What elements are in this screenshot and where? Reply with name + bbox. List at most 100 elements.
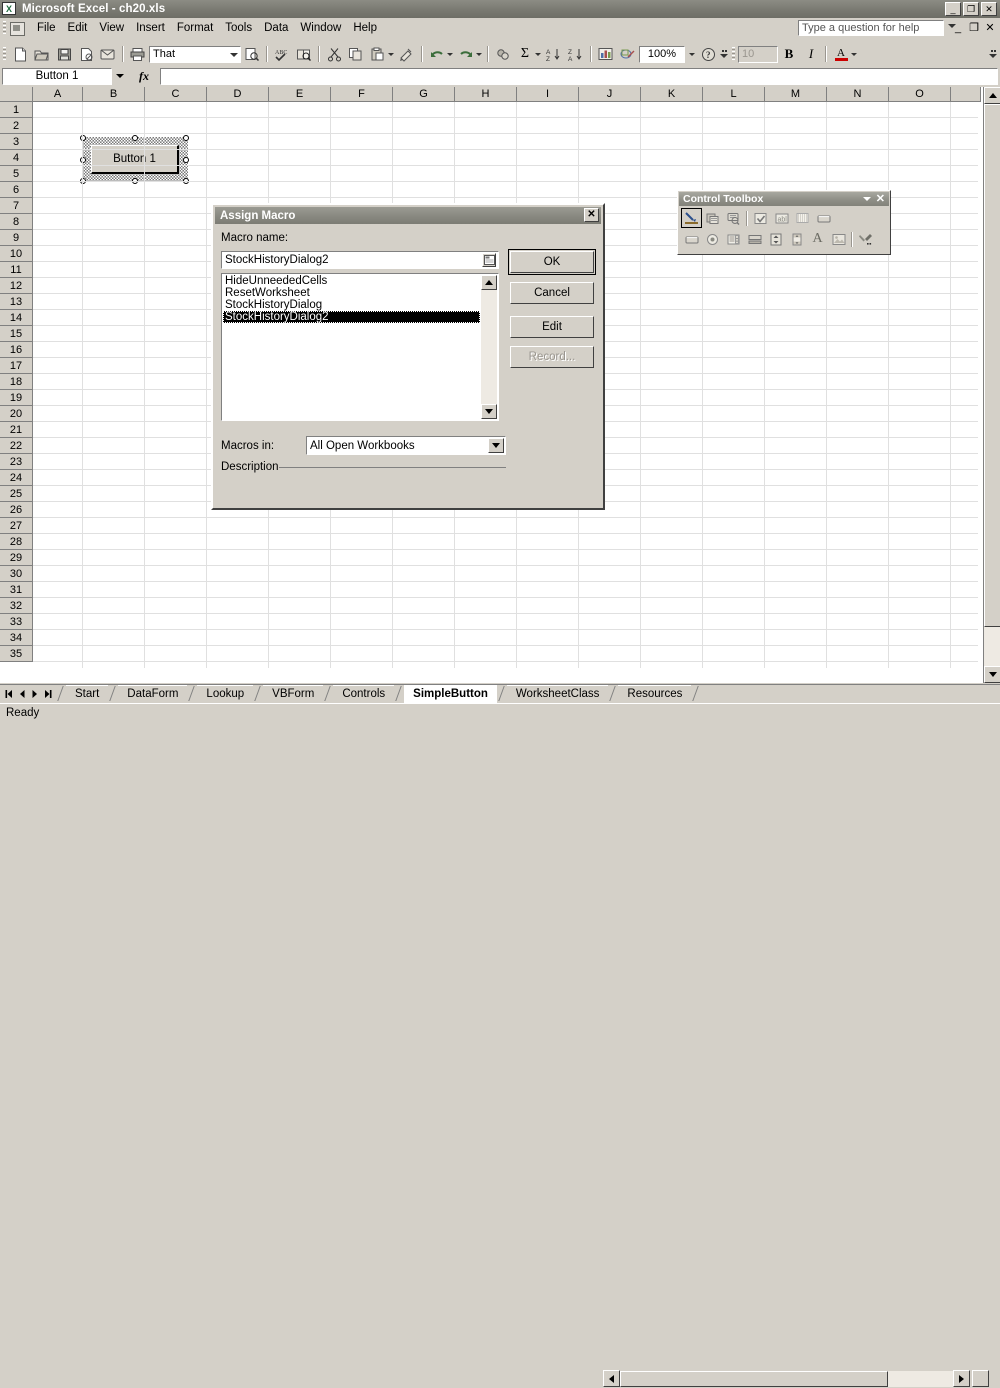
research-icon[interactable] xyxy=(293,44,315,65)
vertical-scroll-track[interactable] xyxy=(984,104,1000,666)
column-header-O[interactable]: O xyxy=(889,87,951,102)
row-header-32[interactable]: 32 xyxy=(0,598,33,614)
last-sheet-button[interactable] xyxy=(41,687,54,702)
row-header-1[interactable]: 1 xyxy=(0,102,33,118)
sheet-tab-controls[interactable]: Controls xyxy=(333,684,395,703)
dialog-title-bar[interactable]: Assign Macro ✕ xyxy=(215,207,601,224)
row-header-35[interactable]: 35 xyxy=(0,646,33,662)
row-header-16[interactable]: 16 xyxy=(0,342,33,358)
zoom-combo[interactable]: 100% xyxy=(639,45,685,63)
menu-file[interactable]: File xyxy=(31,20,62,36)
macro-list-item[interactable]: HideUnneededCells xyxy=(223,275,480,287)
drawing-icon[interactable] xyxy=(617,44,639,65)
row-header-30[interactable]: 30 xyxy=(0,566,33,582)
scroll-bar-icon[interactable] xyxy=(786,229,807,249)
font-size-combo[interactable]: 10 xyxy=(738,45,778,63)
horizontal-scroll-thumb[interactable] xyxy=(620,1370,888,1387)
column-header-H[interactable]: H xyxy=(455,87,517,102)
control-toolbox-close-button[interactable]: ✕ xyxy=(876,192,885,206)
previous-sheet-button[interactable] xyxy=(15,687,28,702)
row-header-11[interactable]: 11 xyxy=(0,262,33,278)
row-header-18[interactable]: 18 xyxy=(0,374,33,390)
design-mode-icon[interactable] xyxy=(681,208,702,228)
resize-handle-nw[interactable] xyxy=(80,135,86,141)
row-header-6[interactable]: 6 xyxy=(0,182,33,198)
italic-button[interactable]: I xyxy=(800,44,822,65)
sheet-tab-simplebutton[interactable]: SimpleButton xyxy=(404,684,497,703)
column-header-E[interactable]: E xyxy=(269,87,331,102)
chart-wizard-icon[interactable] xyxy=(595,44,617,65)
option-button-icon[interactable] xyxy=(702,229,723,249)
minimize-button[interactable]: _ xyxy=(945,2,961,16)
control-toolbox-title-bar[interactable]: Control Toolbox ✕ xyxy=(679,192,889,206)
sort-ascending-icon[interactable]: AZ xyxy=(543,44,565,65)
row-header-29[interactable]: 29 xyxy=(0,550,33,566)
email-icon[interactable] xyxy=(97,44,119,65)
column-header-C[interactable]: C xyxy=(145,87,207,102)
ok-button[interactable]: OK xyxy=(508,249,596,275)
document-close-button[interactable]: ✕ xyxy=(984,21,996,34)
resize-handle-w[interactable] xyxy=(80,157,86,163)
text-box-icon[interactable]: abl xyxy=(771,208,792,228)
column-header-A[interactable]: A xyxy=(33,87,83,102)
check-box-icon[interactable] xyxy=(750,208,771,228)
form-button-selection[interactable]: Button 1 xyxy=(80,135,189,184)
vertical-scroll-thumb[interactable] xyxy=(984,104,1000,627)
row-header-31[interactable]: 31 xyxy=(0,582,33,598)
column-header-B[interactable]: B xyxy=(83,87,145,102)
row-header-9[interactable]: 9 xyxy=(0,230,33,246)
menu-data[interactable]: Data xyxy=(258,20,294,36)
sheet-tab-resources[interactable]: Resources xyxy=(618,684,692,703)
more-controls-icon[interactable] xyxy=(855,229,876,249)
font-color-button[interactable]: A xyxy=(830,44,852,65)
bold-button[interactable]: B xyxy=(778,44,800,65)
name-box[interactable]: Button 1 xyxy=(2,67,112,85)
horizontal-scroll-track[interactable] xyxy=(620,1370,953,1387)
properties-icon[interactable] xyxy=(702,208,723,228)
select-all-button[interactable] xyxy=(0,87,33,102)
paste-icon[interactable] xyxy=(367,44,389,65)
formatting-toolbar-options-icon[interactable] xyxy=(988,44,998,64)
column-header-G[interactable]: G xyxy=(393,87,455,102)
redo-icon[interactable] xyxy=(455,44,477,65)
column-header-I[interactable]: I xyxy=(517,87,579,102)
row-header-7[interactable]: 7 xyxy=(0,198,33,214)
row-header-26[interactable]: 26 xyxy=(0,502,33,518)
macro-list-scroll-up-button[interactable] xyxy=(481,275,497,290)
row-header-23[interactable]: 23 xyxy=(0,454,33,470)
font-name-combo[interactable]: That xyxy=(149,45,241,63)
resize-grip[interactable] xyxy=(972,1370,989,1387)
menu-window[interactable]: Window xyxy=(294,20,347,36)
font-name-dropdown-icon[interactable] xyxy=(230,52,238,57)
insert-function-icon[interactable]: fx xyxy=(128,68,160,85)
open-icon[interactable] xyxy=(31,44,53,65)
ask-a-question-input[interactable]: Type a question for help xyxy=(798,20,944,36)
row-header-12[interactable]: 12 xyxy=(0,278,33,294)
row-header-17[interactable]: 17 xyxy=(0,358,33,374)
row-header-19[interactable]: 19 xyxy=(0,390,33,406)
scroll-up-button[interactable] xyxy=(984,87,1000,104)
menu-edit[interactable]: Edit xyxy=(62,20,94,36)
close-button[interactable]: ✕ xyxy=(981,2,997,16)
macro-list-item[interactable]: StockHistoryDialog xyxy=(223,299,480,311)
toolbar-options-icon[interactable] xyxy=(719,44,729,64)
column-header-L[interactable]: L xyxy=(703,87,765,102)
row-header-4[interactable]: 4 xyxy=(0,150,33,166)
scroll-right-button[interactable] xyxy=(953,1370,970,1387)
undo-icon[interactable] xyxy=(426,44,448,65)
resize-handle-n[interactable] xyxy=(132,135,138,141)
row-header-28[interactable]: 28 xyxy=(0,534,33,550)
zoom-dropdown-icon[interactable] xyxy=(689,52,695,56)
row-header-25[interactable]: 25 xyxy=(0,486,33,502)
print-preview-icon[interactable] xyxy=(241,44,263,65)
sort-descending-icon[interactable]: ZA xyxy=(565,44,587,65)
row-header-21[interactable]: 21 xyxy=(0,422,33,438)
column-header-N[interactable]: N xyxy=(827,87,889,102)
label-icon[interactable]: A xyxy=(807,229,828,249)
autosum-icon[interactable]: Σ xyxy=(514,44,536,65)
hyperlink-icon[interactable] xyxy=(492,44,514,65)
resize-handle-e[interactable] xyxy=(183,157,189,163)
macros-in-dropdown-icon[interactable] xyxy=(488,438,504,453)
formula-input[interactable] xyxy=(160,67,998,85)
row-header-2[interactable]: 2 xyxy=(0,118,33,134)
